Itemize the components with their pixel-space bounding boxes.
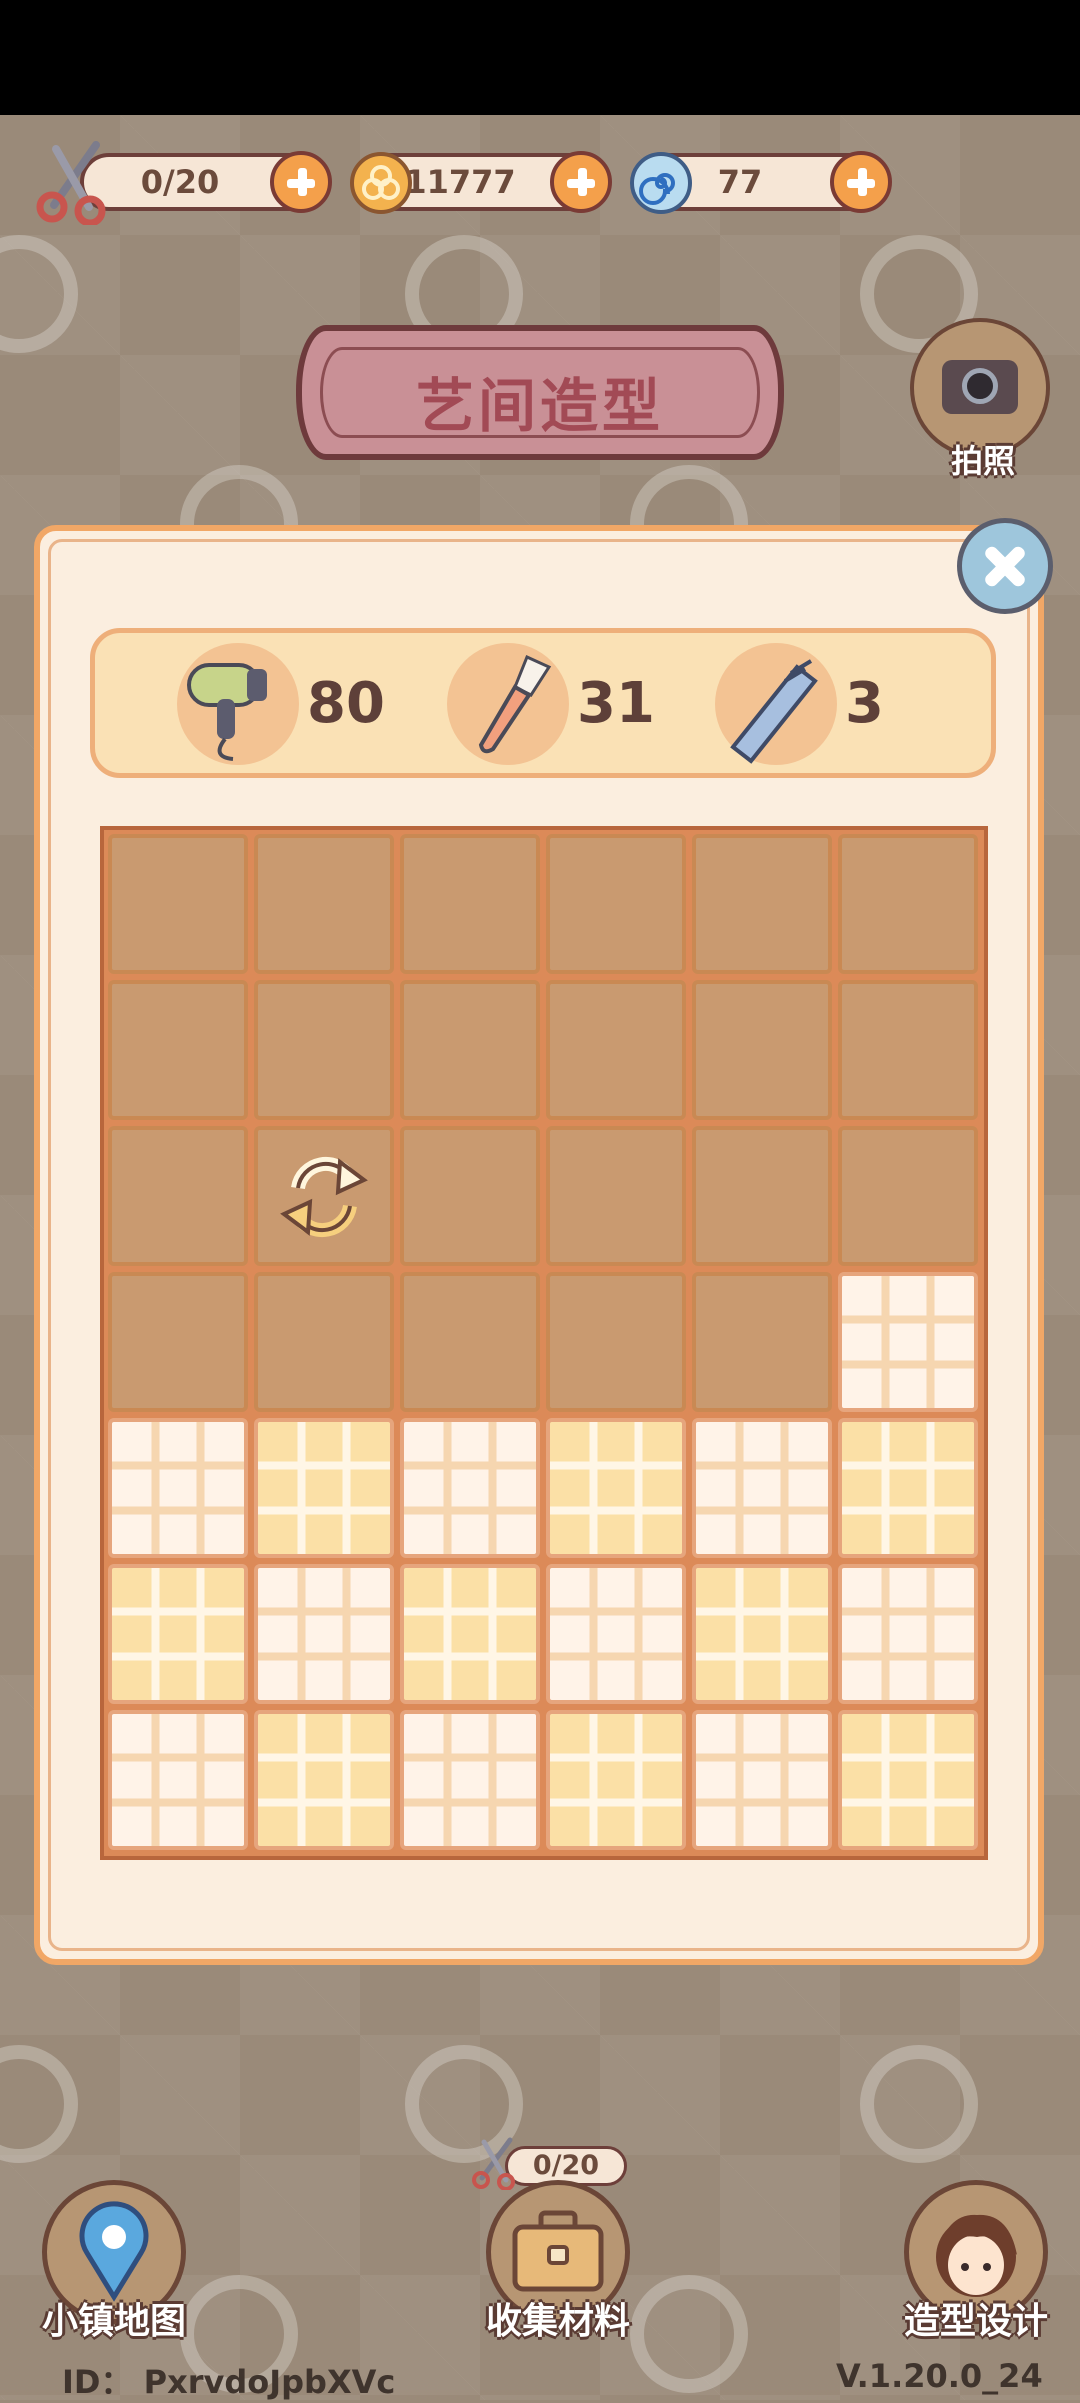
tool-makeup-brush[interactable] (447, 643, 569, 765)
design-label: 造型设计 (903, 2301, 1048, 2342)
status-bar (0, 0, 1080, 115)
grid-cell[interactable] (838, 1126, 978, 1266)
grid-cell-plaid[interactable] (254, 1564, 394, 1704)
grid-cell-plaid[interactable] (254, 1418, 394, 1558)
grid-cell[interactable] (400, 834, 540, 974)
grid-cell-plaid[interactable] (838, 1272, 978, 1412)
grid-cell-plaid[interactable] (546, 1418, 686, 1558)
comb-icon (730, 659, 818, 764)
grid-cell-plaid[interactable] (400, 1564, 540, 1704)
refresh-icon (280, 1156, 368, 1238)
grid-cell[interactable] (692, 980, 832, 1120)
grid-cell-plaid[interactable] (692, 1564, 832, 1704)
camera-lens (962, 368, 998, 404)
comb-count: 3 (845, 671, 884, 736)
scissors-icon (472, 2137, 515, 2190)
grid-cell[interactable] (546, 980, 686, 1120)
grid-cell-refresh[interactable] (254, 1126, 394, 1266)
close-button[interactable] (957, 518, 1053, 614)
grid-cell-plaid[interactable] (546, 1564, 686, 1704)
version-label: V.1.20.0_24 (836, 2357, 1043, 2395)
grid-cell-plaid[interactable] (838, 1564, 978, 1704)
grid-cell-plaid[interactable] (108, 1710, 248, 1850)
tools-bar: 80 31 3 (90, 628, 996, 778)
grid-cell[interactable] (108, 834, 248, 974)
grid-cell-plaid[interactable] (400, 1418, 540, 1558)
grid-cell-plaid[interactable] (546, 1710, 686, 1850)
title-plaque: 艺间造型 (296, 325, 784, 460)
collect-label: 收集材料 (485, 2301, 630, 2342)
grid-cell[interactable] (838, 834, 978, 974)
grid-cell-plaid[interactable] (692, 1418, 832, 1558)
add-scissors-button[interactable] (270, 151, 332, 213)
grid-cell-plaid[interactable] (400, 1710, 540, 1850)
grid-cell[interactable] (400, 1126, 540, 1266)
grid-cell[interactable] (108, 1272, 248, 1412)
sun-decoration (860, 2045, 978, 2163)
camera-label: 拍照 (950, 442, 1015, 480)
grid-cell[interactable] (692, 1272, 832, 1412)
grid-cell[interactable] (254, 980, 394, 1120)
tool-hair-dryer[interactable] (177, 643, 299, 765)
grid-cell-plaid[interactable] (254, 1710, 394, 1850)
grid-cell-plaid[interactable] (108, 1564, 248, 1704)
hair-dryer-icon (187, 663, 267, 761)
grid-cell[interactable] (254, 834, 394, 974)
hair-dryer-count: 80 (307, 671, 385, 736)
grid-cell[interactable] (838, 980, 978, 1120)
grid-cell[interactable] (546, 1126, 686, 1266)
makeup-brush-icon (478, 654, 552, 754)
map-label: 小镇地图 (41, 2301, 186, 2342)
grid-cell[interactable] (546, 1272, 686, 1412)
page-title: 艺间造型 (415, 372, 664, 440)
scissors-counter: 0/20 (80, 151, 332, 213)
grid-cell[interactable] (692, 834, 832, 974)
grid-cell-plaid[interactable] (838, 1418, 978, 1558)
grid-cell[interactable] (400, 1272, 540, 1412)
tool-comb[interactable] (715, 643, 837, 765)
grid-cell[interactable] (400, 980, 540, 1120)
grid-cell-plaid[interactable] (108, 1418, 248, 1558)
coin-icon (350, 152, 412, 214)
puzzle-grid (100, 826, 988, 1860)
grid-cell-plaid[interactable] (838, 1710, 978, 1850)
grid-cell[interactable] (546, 834, 686, 974)
makeup-brush-count: 31 (577, 671, 655, 736)
add-gems-button[interactable] (830, 151, 892, 213)
swirl-gem-icon (630, 152, 692, 214)
grid-cell-plaid[interactable] (692, 1710, 832, 1850)
grid-cell[interactable] (692, 1126, 832, 1266)
grid-cell[interactable] (108, 980, 248, 1120)
grid-cell[interactable] (254, 1272, 394, 1412)
player-id: ID： PxrvdoJpbXVc (62, 2363, 396, 2401)
grid-cell[interactable] (108, 1126, 248, 1266)
add-coins-button[interactable] (550, 151, 612, 213)
scissors-icon (36, 141, 106, 225)
